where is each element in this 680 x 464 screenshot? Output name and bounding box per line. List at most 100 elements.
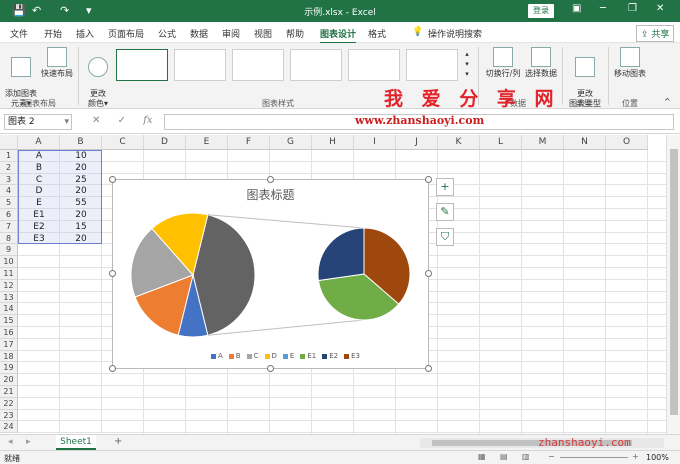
tab-data[interactable]: 数据 (190, 27, 208, 40)
legend-entry[interactable]: E3 (351, 352, 360, 360)
legend-entry[interactable]: C (254, 352, 259, 360)
cell[interactable]: 25 (60, 174, 102, 186)
vertical-scrollbar[interactable] (666, 135, 680, 434)
zoom-in-button[interactable]: + (632, 452, 639, 461)
row-header[interactable]: 5 (0, 197, 18, 209)
legend-entry[interactable]: E2 (329, 352, 338, 360)
row-header[interactable]: 3 (0, 173, 18, 186)
chart-object[interactable]: 图表标题 A B C D E E1 E2 E3 (112, 179, 429, 369)
tab-format[interactable]: 格式 (368, 27, 386, 40)
column-header[interactable]: G (270, 135, 312, 150)
row-header[interactable]: 8 (0, 232, 18, 245)
tell-me-search[interactable]: 操作说明搜索 (428, 27, 482, 40)
cell[interactable]: 20 (60, 233, 102, 245)
column-header[interactable]: H (312, 135, 354, 150)
page-layout-view-button[interactable]: ▤ (500, 452, 508, 461)
name-box-dropdown-icon[interactable]: ▾ (64, 115, 71, 129)
legend-entry[interactable]: B (236, 352, 241, 360)
chart-legend[interactable]: A B C D E E1 E2 E3 (205, 352, 360, 360)
switch-row-column-button[interactable]: 切换行/列 (484, 47, 522, 79)
resize-handle-top-left[interactable] (109, 176, 116, 183)
row-header[interactable]: 22 (0, 397, 18, 410)
row-header[interactable]: 15 (0, 315, 18, 327)
resize-handle-bottom-left[interactable] (109, 365, 116, 372)
column-header[interactable]: B (60, 135, 102, 150)
row-header[interactable]: 13 (0, 291, 18, 304)
page-break-view-button[interactable]: ▥ (522, 452, 530, 461)
tab-file[interactable]: 文件 (10, 27, 28, 40)
cell[interactable]: 20 (60, 209, 102, 221)
chart-style-6[interactable] (406, 49, 458, 81)
cell[interactable]: B (18, 162, 60, 174)
column-header[interactable]: K (438, 135, 480, 150)
legend-entry[interactable]: E (290, 352, 294, 360)
zoom-slider[interactable] (560, 457, 628, 458)
quick-layout-button[interactable]: 快速布局 (40, 47, 74, 79)
row-header[interactable]: 14 (0, 303, 18, 316)
cell[interactable]: 20 (60, 185, 102, 197)
row-header[interactable]: 20 (0, 374, 18, 386)
row-header[interactable]: 24 (0, 421, 18, 434)
new-sheet-button[interactable]: + (114, 436, 122, 447)
resize-handle-bottom-right[interactable] (425, 365, 432, 372)
resize-handle-left[interactable] (109, 270, 116, 277)
column-header[interactable]: C (102, 135, 144, 150)
legend-entry[interactable]: D (272, 352, 277, 360)
row-header[interactable]: 17 (0, 338, 18, 351)
resize-handle-bottom[interactable] (267, 365, 274, 372)
tab-view[interactable]: 视图 (254, 27, 272, 40)
tab-insert[interactable]: 插入 (76, 27, 94, 40)
ribbon-display-options-icon[interactable]: ▣ (572, 3, 581, 14)
legend-entry[interactable]: E1 (307, 352, 316, 360)
minimize-button[interactable]: ─ (600, 3, 606, 14)
column-header[interactable]: J (396, 135, 438, 150)
chart-styles-button[interactable]: ✎ (436, 203, 454, 221)
column-header[interactable]: F (228, 135, 270, 150)
row-header[interactable]: 2 (0, 161, 18, 174)
chart-style-3[interactable] (232, 49, 284, 81)
tab-page-layout[interactable]: 页面布局 (108, 27, 144, 40)
row-header[interactable]: 19 (0, 362, 18, 375)
row-header[interactable]: 11 (0, 268, 18, 280)
cell[interactable]: 55 (60, 197, 102, 209)
row-header[interactable]: 6 (0, 209, 18, 221)
column-header[interactable]: L (480, 135, 522, 150)
row-header[interactable]: 9 (0, 244, 18, 257)
chart-style-5[interactable] (348, 49, 400, 81)
legend-entry[interactable]: A (218, 352, 223, 360)
select-data-button[interactable]: 选择数据 (524, 47, 558, 79)
sheet-tab-sheet1[interactable]: Sheet1 (56, 435, 96, 450)
scroll-tabs-right-icon[interactable]: ▸ (26, 437, 31, 447)
cancel-entry-button[interactable]: ✕ (92, 115, 100, 126)
row-header[interactable]: 1 (0, 150, 18, 162)
resize-handle-right[interactable] (425, 270, 432, 277)
login-button[interactable]: 登录 (528, 4, 554, 18)
row-header[interactable]: 7 (0, 220, 18, 233)
column-header[interactable]: E (186, 135, 228, 150)
chart-style-2[interactable] (174, 49, 226, 81)
insert-function-button[interactable]: fx (143, 115, 152, 126)
row-header[interactable]: 12 (0, 279, 18, 292)
move-chart-button[interactable]: 移动图表 (612, 47, 648, 79)
cell[interactable]: C (18, 174, 60, 186)
column-header[interactable]: I (354, 135, 396, 150)
tab-formulas[interactable]: 公式 (158, 27, 176, 40)
row-header[interactable]: 16 (0, 327, 18, 339)
tab-home[interactable]: 开始 (44, 27, 62, 40)
cell[interactable]: 20 (60, 162, 102, 174)
tab-chart-design[interactable]: 图表设计 (320, 27, 357, 44)
cell[interactable]: D (18, 185, 60, 197)
vertical-scroll-thumb[interactable] (670, 149, 678, 415)
chart-elements-button[interactable]: + (436, 178, 454, 196)
pie-slice-e2[interactable] (317, 227, 365, 282)
restore-button[interactable]: ❐ (628, 3, 637, 14)
cell[interactable]: E1 (18, 209, 60, 221)
name-box[interactable]: 图表 2 ▾ (4, 114, 72, 130)
zoom-out-button[interactable]: − (548, 452, 555, 461)
chart-filters-button[interactable]: ⛉ (436, 228, 454, 246)
tab-help[interactable]: 帮助 (286, 27, 304, 40)
select-all-corner[interactable] (0, 135, 18, 150)
cell[interactable]: 15 (60, 221, 102, 233)
column-header[interactable]: O (606, 135, 648, 150)
cell[interactable]: E (18, 197, 60, 209)
